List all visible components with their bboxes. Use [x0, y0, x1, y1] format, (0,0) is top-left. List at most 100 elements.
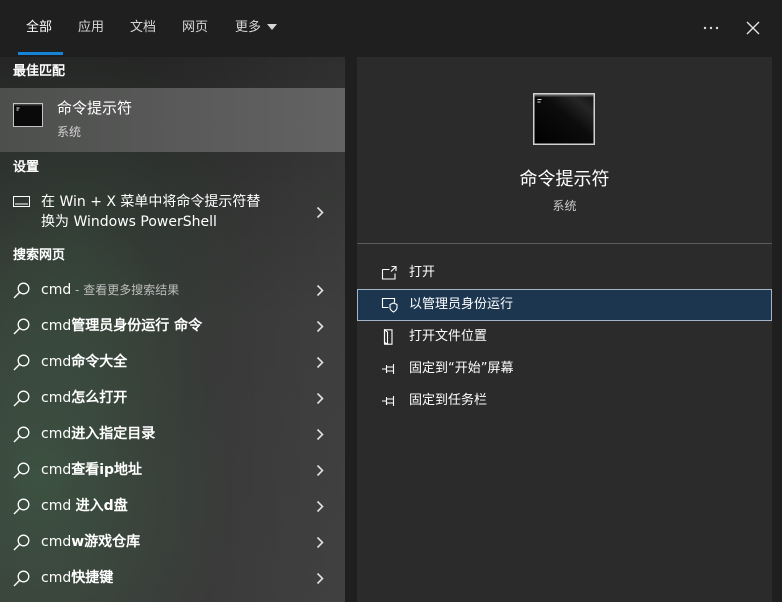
selected-tab-indicator [18, 52, 63, 55]
chevron-right-icon[interactable] [316, 464, 324, 477]
preview-title: 命令提示符 [519, 169, 610, 190]
close-button[interactable] [743, 18, 763, 38]
divider [357, 243, 772, 244]
settings-item-line-2: 换为 Windows PowerShell [41, 214, 217, 230]
web-result-text: cmd - 查看更多搜索结果 [41, 272, 179, 308]
action-label: 打开文件位置 [409, 329, 488, 344]
run-as-admin-icon [381, 297, 399, 313]
search-icon [13, 498, 30, 515]
chevron-down-icon [261, 24, 278, 31]
tab-all-label: 全部 [25, 20, 52, 35]
web-result-text: cmd快捷键 [41, 560, 113, 596]
search-icon [13, 318, 30, 335]
web-result-suggestion: 查看ip地址 [71, 462, 143, 478]
best-match-title: 命令提示符 [57, 99, 133, 117]
chevron-right-icon[interactable] [316, 428, 324, 441]
more-options-button[interactable] [700, 18, 722, 38]
web-result-text: cmd进入指定目录 [41, 416, 155, 452]
open-icon [381, 265, 399, 281]
chevron-right-icon[interactable] [316, 572, 324, 585]
chevron-right-icon[interactable] [316, 320, 324, 333]
tab-web-label: 网页 [181, 20, 208, 35]
command-prompt-icon [13, 103, 43, 127]
search-filter-bar: 全部 应用 文档 网页 更多 [0, 0, 782, 57]
action-label: 打开 [409, 265, 436, 280]
web-result-query: cmd [41, 534, 72, 550]
file-location-icon [381, 329, 399, 345]
chevron-right-icon[interactable] [316, 536, 324, 549]
web-result-item[interactable]: cmd管理员身份运行 命令 [0, 308, 345, 344]
action-open[interactable]: 打开 [357, 257, 772, 289]
web-result-text: cmd 进入d盘 [41, 488, 128, 524]
more-options-icon [703, 26, 719, 30]
search-icon [13, 426, 30, 443]
search-icon [13, 354, 30, 371]
tab-web[interactable]: 网页 [173, 18, 217, 38]
tab-apps[interactable]: 应用 [69, 18, 113, 38]
search-icon [13, 282, 30, 299]
web-result-item[interactable]: cmd怎么打开 [0, 380, 345, 416]
web-search-heading: 搜索网页 [13, 248, 66, 263]
preview-subtitle: 系统 [552, 199, 577, 213]
web-result-text: cmd查看ip地址 [41, 452, 142, 488]
web-result-text: cmdw游戏仓库 [41, 524, 140, 560]
tab-all[interactable]: 全部 [17, 18, 61, 38]
settings-item-line-1: 在 Win + X 菜单中将命令提示符替 [41, 194, 261, 210]
web-result-note: - 查看更多搜索结果 [71, 283, 180, 297]
web-result-query: cmd [41, 498, 76, 514]
web-result-query: cmd [41, 354, 72, 370]
web-result-suggestion: w游戏仓库 [71, 534, 141, 550]
settings-heading: 设置 [13, 160, 40, 175]
tab-more[interactable]: 更多 [229, 18, 285, 38]
tab-documents-label: 文档 [129, 20, 156, 35]
web-result-item[interactable]: cmdw游戏仓库 [0, 524, 345, 560]
command-prompt-icon [533, 93, 595, 145]
web-result-text: cmd怎么打开 [41, 380, 127, 416]
chevron-right-icon[interactable] [316, 206, 324, 219]
action-run-as-admin[interactable]: 以管理员身份运行 [357, 289, 772, 321]
web-result-query: cmd [41, 318, 72, 334]
web-result-item[interactable]: cmd快捷键 [0, 560, 345, 596]
settings-item[interactable]: 在 Win + X 菜单中将命令提示符替 换为 Windows PowerShe… [0, 184, 345, 240]
display-icon [13, 196, 30, 208]
tab-apps-label: 应用 [77, 20, 104, 35]
settings-item-text: 在 Win + X 菜单中将命令提示符替 换为 Windows PowerShe… [41, 192, 260, 232]
web-result-suggestion: 快捷键 [71, 570, 114, 586]
web-result-text: cmd管理员身份运行 命令 [41, 308, 202, 344]
chevron-right-icon[interactable] [316, 356, 324, 369]
tab-more-label: 更多 [235, 20, 262, 35]
web-result-query: cmd [41, 570, 72, 586]
search-icon [13, 462, 30, 479]
web-result-item[interactable]: cmd - 查看更多搜索结果 [0, 272, 345, 308]
web-result-query: cmd [41, 462, 72, 478]
web-result-query: cmd [41, 282, 72, 298]
action-pin-to-start[interactable]: 固定到“开始”屏幕 [357, 353, 772, 385]
action-label: 以管理员身份运行 [409, 297, 514, 312]
chevron-right-icon[interactable] [316, 392, 324, 405]
close-icon [746, 21, 760, 35]
chevron-right-icon[interactable] [316, 284, 324, 297]
preview-pane: 命令提示符 系统 打开 以管理员身份运行 打开文件位置 固定到“开始”屏幕 固定… [357, 57, 772, 602]
web-result-text: cmd命令大全 [41, 344, 127, 380]
chevron-right-icon[interactable] [316, 500, 324, 513]
web-result-item[interactable]: cmd命令大全 [0, 344, 345, 380]
action-label: 固定到“开始”屏幕 [409, 361, 514, 376]
web-result-item[interactable]: cmd进入指定目录 [0, 416, 345, 452]
pin-icon [381, 361, 399, 377]
action-open-file-location[interactable]: 打开文件位置 [357, 321, 772, 353]
web-result-suggestion: 怎么打开 [71, 390, 128, 406]
web-result-query: cmd [41, 426, 72, 442]
web-result-item[interactable]: cmd 进入d盘 [0, 488, 345, 524]
web-result-suggestion: 进入指定目录 [71, 426, 156, 442]
best-match-heading: 最佳匹配 [13, 64, 66, 79]
pin-icon [381, 393, 399, 409]
web-result-item[interactable]: cmd查看ip地址 [0, 452, 345, 488]
action-label: 固定到任务栏 [409, 393, 488, 408]
best-match-subtitle: 系统 [57, 125, 82, 139]
best-match-item[interactable]: 命令提示符 系统 [0, 88, 345, 152]
web-result-query: cmd [41, 390, 72, 406]
web-result-suggestion: 进入d盘 [75, 498, 128, 514]
tab-documents[interactable]: 文档 [121, 18, 165, 38]
search-results-pane: 最佳匹配 命令提示符 系统 设置 在 Win + X 菜单中将命令提示符替 换为… [0, 57, 345, 602]
action-pin-to-taskbar[interactable]: 固定到任务栏 [357, 385, 772, 417]
